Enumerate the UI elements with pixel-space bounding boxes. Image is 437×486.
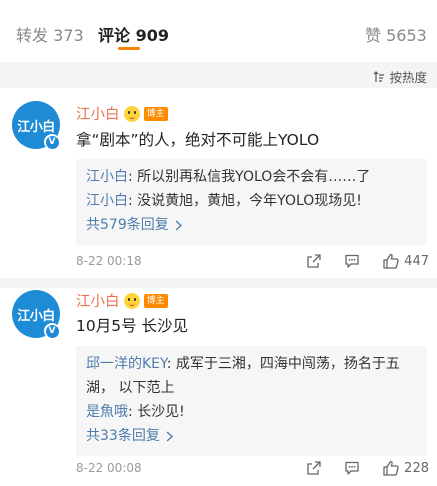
tab-reposts-count: 373 xyxy=(53,26,84,45)
reply-line: 是魚哦: 长沙见! xyxy=(86,400,417,424)
comment-tabs: 转发 373 评论 909 赞 5653 xyxy=(0,0,437,62)
reply-count-label: 共33条回复 xyxy=(86,428,160,444)
fan-emoji-icon xyxy=(123,292,140,309)
reply-author[interactable]: 江小白 xyxy=(86,193,128,209)
comment-item: 江小白 V 江小白 博主 拿“剧本”的人，绝对不可能上YOLO 江小白: 所以别… xyxy=(0,88,437,280)
tab-reposts[interactable]: 转发 373 xyxy=(16,22,84,46)
username[interactable]: 江小白 xyxy=(76,103,120,124)
tab-likes-count: 5653 xyxy=(386,26,427,45)
like-count: 447 xyxy=(404,253,429,269)
comment-item: 江小白 V 江小白 博主 10月5号 长沙见 邱一洋的KEY: 成军于三湘，四海… xyxy=(0,288,437,486)
tab-likes-label: 赞 xyxy=(365,26,382,45)
avatar-text: 江小白 xyxy=(17,119,55,135)
view-all-replies-link[interactable]: 共33条回复 xyxy=(86,424,417,448)
comment-header: 江小白 博主 xyxy=(76,103,168,124)
chevron-right-icon xyxy=(175,219,182,231)
share-button[interactable] xyxy=(306,460,322,476)
comment-divider xyxy=(0,278,437,288)
reply-author[interactable]: 邱一洋的KEY xyxy=(86,356,167,372)
comment-actions: 447 xyxy=(306,250,429,272)
share-button[interactable] xyxy=(306,253,322,269)
reply-separator: : xyxy=(128,169,138,185)
comment-actions: 228 xyxy=(306,457,429,479)
reply-line: 邱一洋的KEY: 成军于三湘，四海中闯荡，扬名于五湖， 以下范上 xyxy=(86,352,417,400)
tab-comments[interactable]: 评论 909 xyxy=(98,22,169,46)
reply-separator: : xyxy=(128,193,138,209)
thumbs-up-icon xyxy=(383,460,399,476)
sort-icon xyxy=(374,70,385,82)
tab-reposts-label: 转发 xyxy=(16,26,49,45)
share-icon xyxy=(307,254,321,268)
reply-text: 没说黄旭，黄旭，今年YOLO现场见! xyxy=(137,193,362,209)
tab-likes[interactable]: 赞 5653 xyxy=(365,22,427,46)
reply-button[interactable] xyxy=(344,253,360,269)
comment-text: 10月5号 长沙见 xyxy=(76,317,189,335)
reply-author[interactable]: 江小白 xyxy=(86,169,128,185)
reply-count-label: 共579条回复 xyxy=(86,217,169,233)
comment-icon xyxy=(345,254,359,268)
like-count: 228 xyxy=(404,460,429,476)
reply-button[interactable] xyxy=(344,460,360,476)
reply-preview[interactable]: 邱一洋的KEY: 成军于三湘，四海中闯荡，扬名于五湖， 以下范上 是魚哦: 长沙… xyxy=(76,346,427,456)
comment-meta: 8-22 00:08 228 xyxy=(76,457,429,479)
timestamp: 8-22 00:08 xyxy=(76,461,142,475)
author-tag: 博主 xyxy=(143,106,168,121)
reply-preview[interactable]: 江小白: 所以别再私信我YOLO会不会有……了 江小白: 没说黄旭，黄旭，今年Y… xyxy=(76,159,427,245)
reply-author[interactable]: 是魚哦 xyxy=(86,404,128,420)
sort-bar: 按热度 xyxy=(0,62,437,88)
sort-by-hot-button[interactable]: 按热度 xyxy=(373,67,427,86)
chevron-right-icon xyxy=(166,430,173,442)
reply-separator: : xyxy=(166,356,176,372)
username[interactable]: 江小白 xyxy=(76,290,120,311)
reply-text: 所以别再私信我YOLO会不会有……了 xyxy=(137,169,371,185)
comment-meta: 8-22 00:18 447 xyxy=(76,250,429,272)
author-tag: 博主 xyxy=(143,293,168,308)
reply-line: 江小白: 所以别再私信我YOLO会不会有……了 xyxy=(86,165,417,189)
comment-text: 拿“剧本”的人，绝对不可能上YOLO xyxy=(76,131,320,149)
comment-header: 江小白 博主 xyxy=(76,290,168,311)
timestamp: 8-22 00:18 xyxy=(76,254,142,268)
sort-label: 按热度 xyxy=(389,70,427,85)
fan-emoji-icon xyxy=(123,105,140,122)
tab-comments-count: 909 xyxy=(135,26,169,45)
reply-text: 长沙见! xyxy=(137,404,185,420)
reply-separator: : xyxy=(128,404,138,420)
comment-icon xyxy=(345,461,359,475)
verified-badge-icon: V xyxy=(44,323,60,339)
like-button[interactable]: 228 xyxy=(382,459,429,477)
share-icon xyxy=(307,461,321,475)
like-button[interactable]: 447 xyxy=(382,252,429,270)
tab-comments-label: 评论 xyxy=(98,26,131,45)
thumbs-up-icon xyxy=(383,253,399,269)
active-tab-indicator xyxy=(118,47,140,50)
verified-badge-icon: V xyxy=(44,134,60,150)
view-all-replies-link[interactable]: 共579条回复 xyxy=(86,213,417,237)
reply-line: 江小白: 没说黄旭，黄旭，今年YOLO现场见! xyxy=(86,189,417,213)
avatar-text: 江小白 xyxy=(17,308,55,324)
